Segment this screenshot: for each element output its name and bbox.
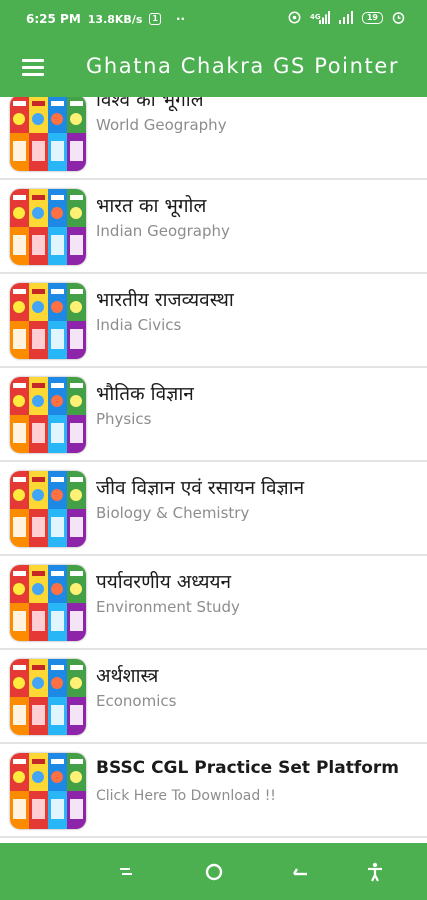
list-item-title: अर्थशास्त्र: [96, 665, 159, 687]
book-cover-thumbnail: [10, 471, 86, 547]
app-bar: Ghatna Chakra GS Pointer: [0, 40, 427, 97]
list-item-title: BSSC CGL Practice Set Platform: [96, 758, 400, 778]
svg-text:4G: 4G: [310, 13, 321, 21]
list-item-world-geography[interactable]: विश्व का भूगोल World Geography: [0, 97, 427, 180]
list-item-subtitle: World Geography: [96, 116, 227, 134]
list-item-subtitle: Click Here To Download !!: [96, 788, 276, 804]
status-bar: 6:25 PM 13.8KB/s 1 ·· 4G 19: [0, 0, 427, 40]
accessibility-icon[interactable]: [363, 861, 387, 883]
list-item-physics[interactable]: भौतिक विज्ञान Physics: [0, 368, 427, 462]
signal-4g-icon: 4G: [310, 11, 330, 24]
home-icon[interactable]: [202, 861, 226, 883]
alarm-icon: [392, 12, 405, 24]
hotspot-icon: [288, 11, 301, 24]
battery-icon: 19: [361, 11, 383, 24]
status-speed: 13.8KB/s: [87, 12, 143, 26]
list-item-title: भारत का भूगोल: [96, 195, 207, 217]
list-item-environment-study[interactable]: पर्यावरणीय अध्ययन Environment Study: [0, 556, 427, 650]
topic-list[interactable]: विश्व का भूगोल World Geography भारत का भ…: [0, 97, 427, 843]
list-item-india-civics[interactable]: भारतीय राजव्यवस्था India Civics: [0, 274, 427, 368]
sim-badge: 1: [149, 13, 161, 25]
list-item-subtitle: Economics: [96, 692, 177, 710]
book-cover-thumbnail: [10, 659, 86, 735]
list-item-subtitle: Physics: [96, 410, 152, 428]
book-cover-thumbnail: [10, 283, 86, 359]
status-time: 6:25 PM: [26, 12, 81, 26]
list-item-title: भारतीय राजव्यवस्था: [96, 289, 234, 311]
app-title: Ghatna Chakra GS Pointer: [86, 54, 400, 78]
recents-icon[interactable]: [114, 861, 138, 883]
list-item-title: जीव विज्ञान एवं रसायन विज्ञान: [96, 477, 305, 499]
back-icon[interactable]: [289, 861, 313, 883]
list-item-title: पर्यावरणीय अध्ययन: [96, 571, 232, 593]
list-item-bssc-cgl-practice[interactable]: BSSC CGL Practice Set Platform Click Her…: [0, 744, 427, 838]
list-item-subtitle: Biology & Chemistry: [96, 504, 250, 522]
list-item-indian-geography[interactable]: भारत का भूगोल Indian Geography: [0, 180, 427, 274]
list-item-subtitle: Environment Study: [96, 598, 240, 616]
book-cover-thumbnail: [10, 753, 86, 829]
status-dots: ··: [175, 12, 186, 26]
book-cover-thumbnail: [10, 189, 86, 265]
list-item-subtitle: India Civics: [96, 316, 182, 334]
system-nav-bar: [0, 843, 427, 900]
list-item-economics[interactable]: अर्थशास्त्र Economics: [0, 650, 427, 744]
book-cover-thumbnail: [10, 97, 86, 171]
list-item-biology-chemistry[interactable]: जीव विज्ञान एवं रसायन विज्ञान Biology & …: [0, 462, 427, 556]
list-item-subtitle: Indian Geography: [96, 222, 230, 240]
book-cover-thumbnail: [10, 377, 86, 453]
hamburger-menu-icon[interactable]: [20, 54, 48, 82]
signal-icon: [338, 11, 353, 24]
book-cover-thumbnail: [10, 565, 86, 641]
list-item-title: भौतिक विज्ञान: [96, 383, 194, 405]
list-item-title: विश्व का भूगोल: [96, 97, 204, 111]
